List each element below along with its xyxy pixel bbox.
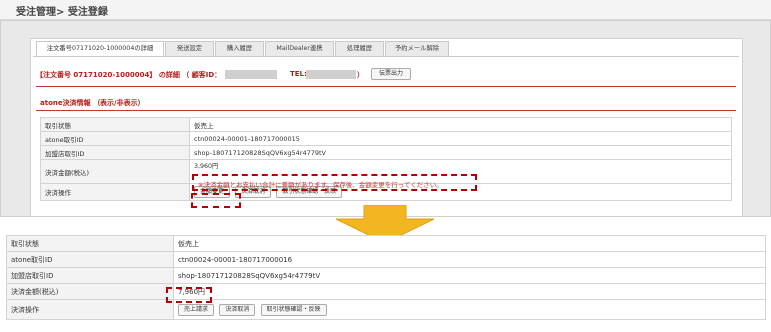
atone-toggle-link[interactable]: （表示/非表示） xyxy=(93,99,145,107)
row-label: 決済操作 xyxy=(6,299,174,320)
order-heading-text: 【注文番号 07171020-1000004】 の詳細 （ 顧客ID： xyxy=(36,71,222,79)
row-label: 決済操作 xyxy=(40,183,190,201)
close-paren: ） xyxy=(357,71,364,79)
tab-reservation-mail[interactable]: 予約メール解除 xyxy=(385,41,449,57)
table-row: 決済操作 売上請求 決済取消 取引状態確認・反映 xyxy=(6,299,766,320)
tab-maildealer[interactable]: MailDealer連携 xyxy=(265,41,334,57)
table-row: atone取引ID ctn00024-00001-180717000015 xyxy=(40,131,732,146)
table-row: atone取引ID ctn00024-00001-180717000016 xyxy=(6,251,766,268)
page-header: 受注管理> 受注登録 xyxy=(0,0,771,20)
atone-section-rule xyxy=(36,110,736,111)
tel-label: TEL: xyxy=(290,70,307,78)
tab-order-detail[interactable]: 注文番号07171020-1000004の詳細 xyxy=(36,41,164,57)
header-divider xyxy=(0,20,771,21)
table-row: 加盟店取引ID shop-180717120828SqQV6xg54r4779t… xyxy=(6,267,766,284)
order-detail-heading: 【注文番号 07171020-1000004】 の詳細 （ 顧客ID： xyxy=(36,70,221,80)
row-label: atone取引ID xyxy=(40,131,190,146)
row-value: 7,960円 xyxy=(173,283,766,300)
row-label: 取引状態 xyxy=(40,117,190,132)
tab-process-history[interactable]: 処理履歴 xyxy=(335,41,384,57)
row-value: shop-180717120828SqQV6xg54r4779tV xyxy=(189,145,732,160)
row-value: ctn00024-00001-180717000015 xyxy=(189,131,732,146)
row-value: 仮売上 xyxy=(189,117,732,132)
row-label: 取引状態 xyxy=(6,235,174,252)
redacted-tel xyxy=(306,70,356,79)
row-label: 決済金額(税込) xyxy=(40,159,190,184)
row-label: atone取引ID xyxy=(6,251,174,268)
row-value: 仮売上 xyxy=(173,235,766,252)
change-amount-highlight xyxy=(191,193,241,208)
table-row: 加盟店取引ID shop-180717120828SqQV6xg54r4779t… xyxy=(40,145,732,160)
table-row: 決済金額(税込) 7,960円 xyxy=(6,283,766,300)
print-slip-button[interactable]: 伝票出力 xyxy=(371,68,411,80)
tab-divider xyxy=(33,56,739,57)
row-label: 決済金額(税込) xyxy=(6,283,174,300)
table-row: 取引状態 仮売上 xyxy=(6,235,766,252)
bottom-atone-table: 取引状態 仮売上 atone取引ID ctn00024-00001-180717… xyxy=(6,235,766,320)
row-value: shop-180717120828SqQV6xg54r4779tV xyxy=(173,267,766,284)
payment-amount: 3,960円 xyxy=(194,163,219,170)
operation-buttons: 売上請求 決済取消 取引状態確認・反映 xyxy=(173,299,766,320)
page-title: 受注管理> 受注登録 xyxy=(16,7,108,18)
redacted-customer-id xyxy=(225,70,277,79)
row-label: 加盟店取引ID xyxy=(6,267,174,284)
cancel-payment-button[interactable]: 決済取消 xyxy=(219,303,256,316)
amount-highlight xyxy=(166,287,212,303)
tab-purchase-history[interactable]: 購入履歴 xyxy=(215,41,264,57)
atone-title-text: atone決済情報 xyxy=(40,99,91,107)
check-status-button[interactable]: 取引状態確認・反映 xyxy=(260,303,327,316)
row-label: 加盟店取引ID xyxy=(40,145,190,160)
section-rule xyxy=(36,86,736,87)
tab-shipping-settings[interactable]: 発送設定 xyxy=(165,41,214,57)
capture-sale-button[interactable]: 売上請求 xyxy=(178,303,215,316)
table-row: 取引状態 仮売上 xyxy=(40,117,732,132)
atone-section-title: atone決済情報 （表示/非表示） xyxy=(40,98,145,108)
row-value: ctn00024-00001-180717000016 xyxy=(173,251,766,268)
warning-highlight xyxy=(192,174,477,191)
